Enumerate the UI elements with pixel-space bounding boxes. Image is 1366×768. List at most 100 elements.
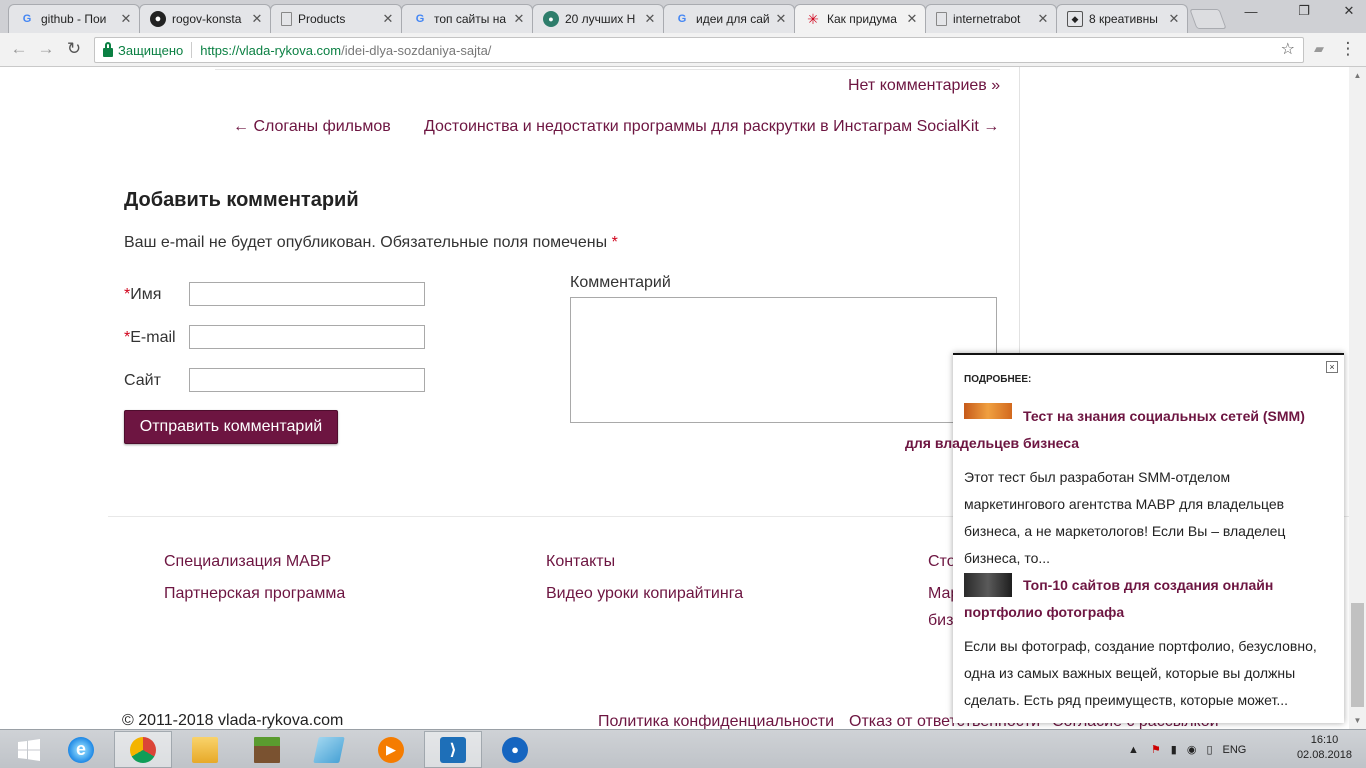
footer-link-col3-1[interactable]: Сто: [928, 553, 956, 571]
popup-post-title[interactable]: Топ-10 сайтов для создания онлайн портфо…: [964, 572, 1324, 626]
name-input[interactable]: [189, 282, 425, 306]
footer-link-privacy[interactable]: Политика конфиденциальности: [598, 713, 834, 729]
vscode-icon: ⟩: [440, 736, 466, 763]
google-icon: G: [415, 13, 425, 25]
scrollbar-thumb[interactable]: [1351, 603, 1364, 707]
close-tab-icon[interactable]: ✕: [381, 11, 395, 27]
taskbar-media[interactable]: ▶: [362, 731, 420, 768]
language-indicator[interactable]: ENG: [1223, 744, 1247, 756]
popup-post-title[interactable]: Тест на знания социальных сетей (SMM) дл…: [905, 403, 1324, 457]
close-tab-icon[interactable]: ✕: [1167, 11, 1181, 27]
media-player-icon: ▶: [378, 736, 404, 763]
related-posts-popup: × ПОДРОБНЕЕ: Тест на знания социальных с…: [905, 353, 1344, 723]
close-window-icon[interactable]: ✕: [1334, 0, 1364, 22]
email-input[interactable]: [189, 325, 425, 349]
tab-internetrabota[interactable]: internetrabot ✕: [925, 4, 1057, 33]
flag-icon[interactable]: ⚑: [1151, 743, 1161, 756]
taskbar-minecraft[interactable]: [238, 731, 296, 768]
taskbar-ie[interactable]: e: [52, 731, 110, 768]
comment-textarea[interactable]: [570, 297, 997, 423]
maximize-icon[interactable]: ❐: [1289, 0, 1319, 22]
close-tab-icon[interactable]: ✕: [1036, 11, 1050, 27]
required-mark: *: [611, 234, 618, 251]
footer-link-video[interactable]: Видео уроки копирайтинга: [546, 585, 743, 603]
tab-8-creative[interactable]: ◆ 8 креативны ✕: [1056, 4, 1188, 33]
name-label: *Имя: [124, 286, 162, 303]
page-icon: [281, 12, 292, 26]
start-button[interactable]: [0, 731, 58, 768]
back-icon[interactable]: ←: [8, 38, 30, 60]
clock[interactable]: 16:10 02.08.2018: [1297, 733, 1352, 763]
volume-icon[interactable]: ◉: [1187, 743, 1197, 756]
scroll-down-icon[interactable]: ▼: [1349, 712, 1366, 729]
system-tray: ▲ ⚑ ▮ ◉ ▯ ENG: [1128, 730, 1246, 768]
submit-comment-button[interactable]: Отправить комментарий: [124, 410, 338, 444]
reload-icon[interactable]: ↻: [63, 38, 85, 60]
close-tab-icon[interactable]: ✕: [643, 11, 657, 27]
tab-github-search[interactable]: G github - Пои ✕: [8, 4, 140, 33]
prev-post-link[interactable]: ← Слоганы фильмов: [233, 118, 391, 136]
google-icon: G: [22, 13, 32, 25]
incognito-icon[interactable]: ▰: [1308, 38, 1330, 60]
tab-rogov[interactable]: ● rogov-konsta ✕: [139, 4, 271, 33]
footer-link-partner[interactable]: Партнерская программа: [164, 585, 345, 603]
omnibox-separator: [191, 42, 193, 58]
taskbar: e ▶ ⟩ ● ▲ ⚑ ▮ ◉ ▯ ENG 16:10 02.08.2018: [0, 729, 1366, 768]
footer-link-contacts[interactable]: Контакты: [546, 553, 615, 571]
footer-link-specialization[interactable]: Специализация МАВР: [164, 553, 331, 571]
secure-label: Защищено: [118, 42, 184, 58]
close-tab-icon[interactable]: ✕: [250, 11, 264, 27]
tab-top-sites[interactable]: G топ сайты на ✕: [401, 4, 533, 33]
taskbar-notepad[interactable]: [300, 731, 358, 768]
taskbar-chrome[interactable]: [114, 731, 172, 768]
tab-products[interactable]: Products ✕: [270, 4, 402, 33]
new-tab-button[interactable]: [1189, 9, 1227, 29]
chevron-up-icon[interactable]: ▲: [1128, 744, 1139, 756]
site-icon: ●: [543, 11, 559, 27]
notepad-icon: [313, 736, 345, 763]
site-icon: ✳: [807, 10, 819, 27]
comment-heading: Добавить комментарий: [124, 189, 359, 211]
lock-icon: [103, 41, 113, 57]
site-input[interactable]: [189, 368, 425, 392]
tab-current[interactable]: ✳ Как придума ✕: [794, 4, 926, 33]
shield-icon: ◆: [1067, 11, 1083, 27]
popup-post-excerpt: Если вы фотограф, создание портфолио, бе…: [964, 638, 1317, 708]
close-tab-icon[interactable]: ✕: [905, 11, 919, 27]
no-comments-link[interactable]: Нет комментариев »: [848, 77, 1000, 95]
close-tab-icon[interactable]: ✕: [512, 11, 526, 27]
battery-icon[interactable]: ▯: [1206, 743, 1212, 756]
scroll-up-icon[interactable]: ▲: [1349, 67, 1366, 84]
taskbar-vscode[interactable]: ⟩: [424, 731, 482, 768]
popup-header: ПОДРОБНЕЕ:: [964, 374, 1032, 385]
comment-label: Комментарий: [570, 274, 671, 291]
menu-icon[interactable]: ⋮: [1337, 38, 1359, 60]
scrollbar[interactable]: ▲ ▼: [1349, 67, 1366, 729]
github-icon: ●: [150, 11, 166, 27]
browser-toolbar: ← → ↻ Защищено https://vlada-rykova.com …: [0, 33, 1366, 67]
minimize-icon[interactable]: —: [1236, 0, 1266, 22]
minecraft-icon: [254, 736, 280, 763]
next-post-link[interactable]: Достоинства и недостатки программы для р…: [424, 118, 999, 136]
url-path: /idei-dlya-sozdaniya-sajta/: [341, 42, 492, 58]
tab-20-best[interactable]: ● 20 лучших Н ✕: [532, 4, 664, 33]
page-icon: [936, 12, 947, 26]
footer-link-col3-3[interactable]: биз: [928, 612, 953, 630]
copyright: © 2011-2018 vlada-rykova.com: [122, 712, 344, 729]
tab-site-ideas[interactable]: G идеи для сай ✕: [663, 4, 795, 33]
taskbar-maps[interactable]: ●: [486, 731, 544, 768]
bookmark-star-icon[interactable]: ☆: [1281, 39, 1295, 59]
taskbar-explorer[interactable]: [176, 731, 234, 768]
close-icon[interactable]: ×: [1326, 361, 1338, 373]
close-tab-icon[interactable]: ✕: [774, 11, 788, 27]
google-icon: G: [677, 13, 687, 25]
email-label: *E-mail: [124, 329, 176, 346]
popup-post-excerpt: Этот тест был разработан SMM-отделом мар…: [964, 469, 1286, 566]
network-icon[interactable]: ▮: [1171, 743, 1177, 756]
url-host: https://vlada-rykova.com: [200, 42, 342, 58]
divider: [215, 69, 1000, 70]
forward-icon[interactable]: →: [35, 38, 57, 60]
site-label: Сайт: [124, 372, 161, 389]
address-bar[interactable]: Защищено https://vlada-rykova.com /idei-…: [94, 37, 1304, 63]
close-tab-icon[interactable]: ✕: [119, 11, 133, 27]
